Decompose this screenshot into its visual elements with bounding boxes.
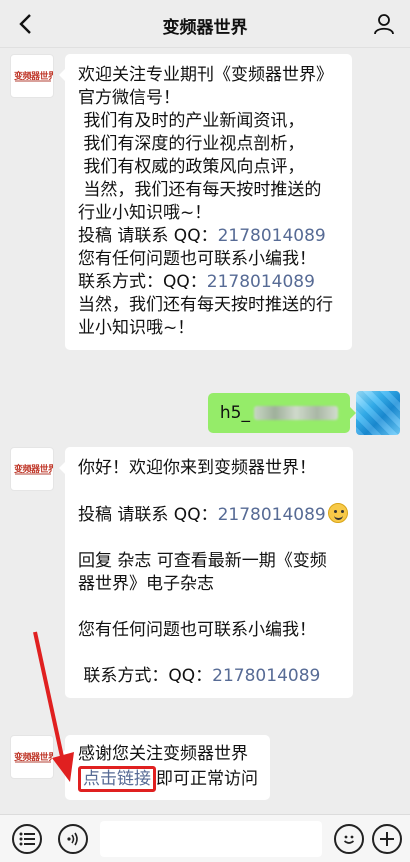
welcome-line: 我们有权威的政策风向点评， — [78, 157, 305, 177]
list-menu-icon[interactable] — [12, 824, 42, 854]
link-line: 点击链接 即可正常访问 — [78, 766, 258, 792]
logo-underline — [15, 80, 51, 82]
logo-underline — [15, 473, 51, 475]
message-input[interactable] — [100, 821, 322, 857]
question-line: 您有任何问题也可联系小编我！ — [78, 620, 316, 640]
contact-label: 联系方式：QQ： — [78, 666, 213, 686]
account-avatar[interactable]: 变频器世界 — [10, 447, 54, 491]
welcome-line: 当然，我们还有每天按时推送的 — [78, 180, 322, 200]
after-link-text: 即可正常访问 — [156, 769, 258, 789]
page-title: 变频器世界 — [162, 18, 248, 38]
red-annotation-arrow — [33, 631, 74, 782]
reply-line: 回复 杂志 可查看最新一期《变频 — [78, 551, 327, 571]
qq-number-link[interactable]: 2178014089 — [207, 272, 315, 292]
welcome-line: 欢迎关注专业期刊《变频器世界》 — [78, 65, 333, 85]
qq-number-link[interactable]: 2178014089 — [218, 505, 326, 525]
thanks-line: 感谢您关注变频器世界 — [78, 744, 248, 764]
user-message-text: h5_ — [219, 403, 250, 423]
person-icon[interactable] — [370, 10, 398, 38]
qq-number-link[interactable]: 2178014089 — [218, 226, 326, 246]
emoji-smile-icon — [327, 503, 348, 523]
contact-label: 联系方式：QQ： — [78, 272, 207, 292]
voice-icon[interactable] — [58, 824, 88, 854]
plus-icon[interactable] — [372, 824, 402, 854]
user-avatar[interactable] — [356, 391, 400, 435]
contrib-line: 投稿 请联系 QQ：2178014089 — [78, 225, 339, 248]
contrib-label: 投稿 请联系 QQ： — [78, 505, 218, 525]
tail-line: 当然，我们还有每天按时推送的行 — [78, 295, 333, 315]
welcome-line: 我们有深度的行业视点剖析， — [78, 134, 305, 154]
hello-message-bubble[interactable]: 你好！欢迎你来到变频器世界！ 投稿 请联系 QQ：2178014089 回复 杂… — [59, 447, 353, 698]
thanks-message-bubble[interactable]: 感谢您关注变频器世界 点击链接 即可正常访问 — [59, 735, 270, 800]
welcome-line: 行业小知识哦~！ — [78, 203, 212, 223]
qq-number-link[interactable]: 2178014089 — [212, 666, 320, 686]
reply-line: 器世界》电子杂志 — [78, 574, 214, 594]
input-toolbar — [0, 814, 410, 862]
welcome-line: 官方微信号！ — [78, 88, 180, 108]
contact-line: 联系方式：QQ：2178014089 — [78, 665, 340, 688]
account-avatar[interactable]: 变频器世界 — [10, 54, 54, 98]
welcome-message-bubble[interactable]: 欢迎关注专业期刊《变频器世界》 官方微信号！ 我们有及时的产业新闻资讯， 我们有… — [59, 54, 352, 350]
emoji-smile-icon[interactable] — [334, 824, 364, 854]
welcome-line: 我们有及时的产业新闻资讯， — [78, 111, 305, 131]
tail-line: 业小知识哦~！ — [78, 318, 195, 338]
contrib-label: 投稿 请联系 QQ： — [78, 226, 218, 246]
contact-line: 联系方式：QQ：2178014089 — [78, 271, 339, 294]
question-line: 您有任何问题也可联系小编我！ — [78, 249, 316, 269]
user-message-bubble[interactable]: h5_ — [207, 393, 357, 433]
blurred-text — [254, 406, 338, 420]
contrib-line: 投稿 请联系 QQ：2178014089 — [78, 503, 348, 527]
greeting-line: 你好！欢迎你来到变频器世界！ — [78, 458, 316, 478]
nav-bar: 变频器世界 — [0, 0, 410, 48]
